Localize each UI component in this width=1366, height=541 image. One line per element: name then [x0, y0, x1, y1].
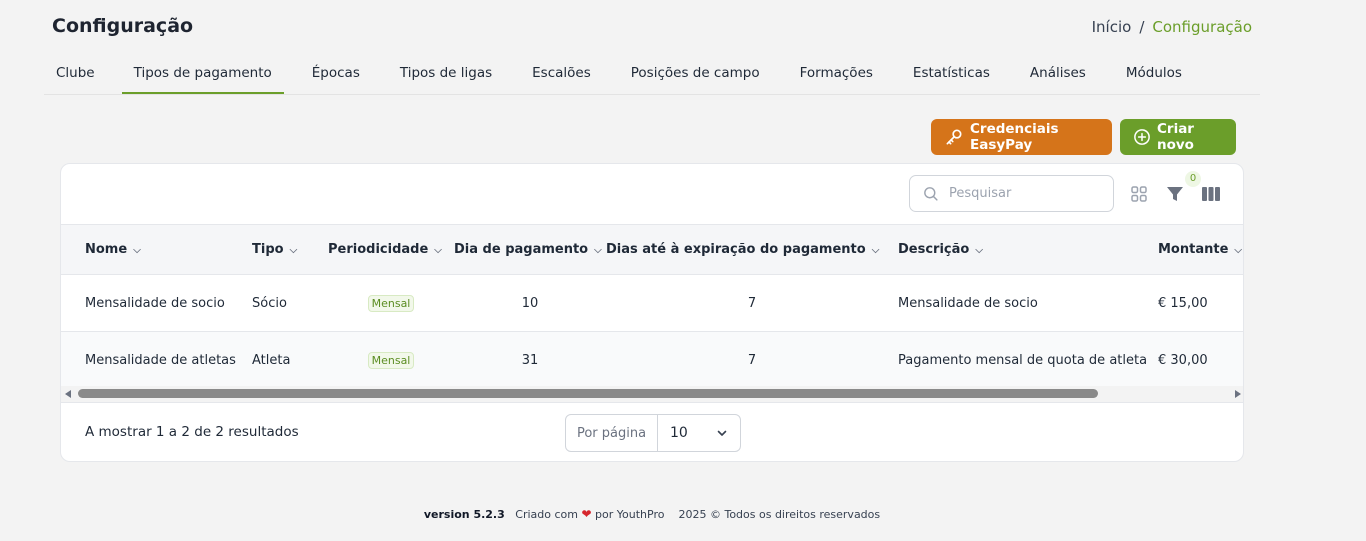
periodicity-badge: Mensal — [367, 351, 415, 369]
chevron-down-icon — [717, 430, 727, 436]
filter-icon[interactable] — [1166, 185, 1184, 203]
chevron-down-icon: ⌵ — [133, 245, 141, 256]
payment-types-table: Nome ⌵ Tipo ⌵ Periodicidade ⌵ Dia de pagame… — [61, 224, 1243, 389]
breadcrumb-separator: / — [1139, 18, 1145, 36]
chevron-down-icon: ⌵ — [975, 245, 983, 256]
cell-tipo: Sócio — [252, 295, 287, 311]
search-box — [909, 175, 1114, 212]
grid-view-icon[interactable] — [1130, 185, 1148, 203]
column-header-descricao[interactable]: Descrição ⌵ — [898, 225, 1158, 275]
cell-dias-expiracao: 7 — [747, 352, 757, 368]
cell-dia: 10 — [521, 295, 539, 311]
tab-clube[interactable]: Clube — [44, 54, 107, 94]
scrollbar-thumb[interactable] — [78, 389, 1098, 398]
tab-tipos-de-ligas[interactable]: Tipos de ligas — [388, 54, 504, 94]
per-page-label: Por página — [566, 415, 658, 451]
chevron-down-icon: ⌵ — [289, 245, 298, 256]
created-with-label: Criado com — [515, 508, 578, 521]
per-page-select[interactable]: Por página 10 — [565, 414, 741, 452]
per-page-value[interactable]: 10 — [658, 415, 740, 451]
tab-modulos[interactable]: Módulos — [1114, 54, 1194, 94]
filter-count-badge: 0 — [1185, 171, 1201, 187]
per-page-selected: 10 — [670, 425, 688, 441]
cell-dias-expiracao: 7 — [747, 295, 757, 311]
chevron-down-icon: ⌵ — [434, 245, 442, 256]
settings-tabs: Clube Tipos de pagamento Épocas Tipos de… — [44, 54, 1260, 95]
cell-periodicidade: Mensal — [328, 275, 454, 332]
key-icon — [946, 129, 962, 145]
cell-periodicidade: Mensal — [328, 332, 454, 389]
breadcrumb-current: Configuração — [1152, 18, 1252, 36]
table-header-row: Nome ⌵ Tipo ⌵ Periodicidade ⌵ Dia de pagame… — [61, 224, 1243, 275]
tab-formacoes[interactable]: Formações — [788, 54, 885, 94]
table-row[interactable]: Mensalidade de socio Sócio Mensal 10 7 M… — [61, 275, 1243, 332]
plus-circle-icon — [1134, 129, 1150, 145]
cell-descricao: Mensalidade de socio — [898, 295, 1038, 311]
cell-montante: € 30,00 — [1158, 352, 1208, 368]
table-row[interactable]: Mensalidade de atletas Atleta Mensal 31 … — [61, 331, 1243, 389]
easypay-credentials-button[interactable]: Credenciais EasyPay — [931, 119, 1112, 155]
cell-tipo: Atleta — [252, 352, 291, 368]
columns-icon[interactable] — [1201, 185, 1221, 203]
results-summary: A mostrar 1 a 2 de 2 resultados — [85, 424, 299, 440]
chevron-down-icon: ⌵ — [1234, 245, 1242, 256]
tab-tipos-de-pagamento[interactable]: Tipos de pagamento — [121, 54, 284, 94]
chevron-down-icon: ⌵ — [594, 245, 602, 256]
search-icon — [924, 187, 938, 201]
tab-analises[interactable]: Análises — [1018, 54, 1098, 94]
breadcrumb-home-link[interactable]: Início — [1092, 18, 1132, 36]
column-header-nome[interactable]: Nome ⌵ — [61, 225, 252, 275]
chevron-down-icon: ⌵ — [871, 245, 880, 256]
copyright-label: 2025 © Todos os direitos reservados — [678, 508, 881, 521]
payment-types-card: 0 Nome⌵ Tipo⌵ Periodicidade⌵ Dia de paga… — [60, 163, 1244, 462]
page-title: Configuração — [52, 15, 194, 37]
page-footer: version 5.2.3 Criado com ❤ por YouthPro … — [0, 507, 1304, 521]
tab-estatisticas[interactable]: Estatísticas — [901, 54, 1002, 94]
cell-dia: 31 — [521, 352, 539, 368]
column-header-dia-de-pagamento[interactable]: Dia de pagamento ⌵ — [454, 225, 606, 275]
tab-escaloes[interactable]: Escalões — [520, 54, 603, 94]
tab-posicoes-de-campo[interactable]: Posições de campo — [619, 54, 772, 94]
easypay-button-label: Credenciais EasyPay — [970, 121, 1059, 153]
scroll-right-arrow-icon[interactable] — [1235, 390, 1241, 398]
column-header-periodicidade[interactable]: Periodicidade ⌵ — [328, 225, 454, 275]
tab-epocas[interactable]: Épocas — [300, 54, 372, 94]
cell-nome: Mensalidade de socio — [85, 295, 225, 311]
column-header-tipo[interactable]: Tipo ⌵ — [252, 225, 328, 275]
by-label[interactable]: por YouthPro — [595, 508, 664, 521]
create-new-button[interactable]: Criar novo — [1120, 119, 1236, 155]
version-label: version 5.2.3 — [423, 508, 505, 521]
cell-descricao: Pagamento mensal de quota de atleta — [898, 352, 1148, 368]
search-input[interactable] — [949, 186, 1099, 201]
column-header-dias-expiracao[interactable]: Dias até à expiração do pagamento ⌵ — [606, 225, 898, 275]
breadcrumb: Início / Configuração — [1092, 18, 1252, 36]
heart-icon: ❤ — [581, 507, 592, 521]
table-footer: A mostrar 1 a 2 de 2 resultados Por pági… — [61, 402, 1243, 461]
create-button-label: Criar novo — [1157, 121, 1194, 153]
scroll-left-arrow-icon[interactable] — [65, 390, 71, 398]
cell-nome: Mensalidade de atletas — [85, 352, 236, 368]
periodicity-badge: Mensal — [367, 294, 415, 312]
cell-montante: € 15,00 — [1158, 295, 1208, 311]
horizontal-scrollbar[interactable] — [61, 386, 1243, 403]
column-header-montante[interactable]: Montante ⌵ — [1158, 225, 1243, 275]
